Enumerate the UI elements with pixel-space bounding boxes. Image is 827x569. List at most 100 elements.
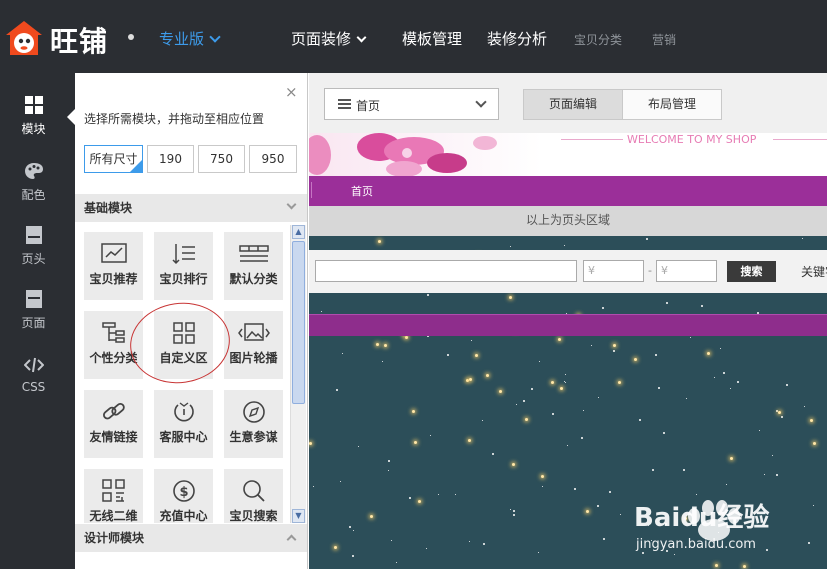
rail-item-page[interactable]: 页面: [0, 289, 67, 353]
rail-item-modules[interactable]: 模块: [0, 95, 67, 159]
shop-nav-home[interactable]: 首页: [351, 183, 373, 199]
star-dot: [342, 353, 343, 354]
close-icon[interactable]: ×: [285, 83, 298, 101]
shop-search-button[interactable]: 搜索: [727, 261, 776, 282]
star-dot: [336, 389, 338, 391]
star-dot: [574, 488, 576, 490]
nav-marketing[interactable]: 营销: [652, 31, 676, 48]
keyword-search-input[interactable]: [315, 260, 577, 282]
star-dot: [718, 532, 719, 533]
star-dot: [663, 432, 665, 434]
scroll-up-icon[interactable]: ▲: [292, 225, 305, 239]
star-dot: [340, 481, 341, 482]
star-dot: [414, 441, 417, 444]
compass-icon: [242, 401, 265, 423]
star-dot: [382, 361, 383, 362]
star-dot: [384, 344, 387, 347]
rail-label: 页面: [21, 316, 46, 330]
edition-dropdown[interactable]: 专业版: [159, 28, 221, 49]
nav-decoration-analysis[interactable]: 装修分析: [487, 28, 547, 49]
section-designer-modules[interactable]: 设计师模块: [75, 524, 307, 552]
star-dot: [567, 445, 568, 446]
nav-template-manage[interactable]: 模板管理: [402, 28, 462, 49]
module-item-ranking[interactable]: 宝贝排行: [154, 232, 213, 300]
module-item-service-center[interactable]: 客服中心: [154, 390, 213, 458]
palette-icon: [24, 163, 43, 179]
section-basic-modules[interactable]: 基础模块: [75, 194, 307, 222]
scroll-thumb[interactable]: [292, 241, 305, 404]
star-dot: [730, 457, 733, 460]
welcome-text: WELCOME TO MY SHOP: [627, 133, 757, 146]
module-item-recommend[interactable]: 宝贝推荐: [84, 232, 143, 300]
star-dot: [665, 523, 667, 525]
star-dot: [352, 555, 354, 557]
nav-item-category[interactable]: 宝贝分类: [574, 31, 622, 48]
star-dot: [510, 509, 511, 510]
size-filter-190[interactable]: 190: [147, 145, 194, 173]
purple-divider-strip: [309, 314, 827, 336]
price-range-dash: -: [648, 264, 652, 277]
tab-layout-manage[interactable]: 布局管理: [622, 89, 722, 120]
star-dot: [558, 338, 561, 341]
price-max-input[interactable]: ¥: [656, 260, 717, 282]
star-dot: [486, 374, 489, 377]
size-filter-750[interactable]: 750: [198, 145, 245, 173]
module-label: 充值中心: [159, 509, 208, 523]
section-title: 设计师模块: [84, 531, 145, 545]
star-dot: [603, 538, 605, 540]
module-item-default-category[interactable]: 默认分类: [224, 232, 283, 300]
nav-page-decoration[interactable]: 页面装修: [291, 28, 367, 49]
rail-item-page-header[interactable]: 页头: [0, 225, 67, 289]
module-label: 客服中心: [159, 430, 208, 444]
star-dot: [598, 397, 599, 398]
category-icon: [238, 245, 269, 262]
module-item-recharge-center[interactable]: $ 充值中心: [154, 469, 213, 523]
star-dot: [618, 381, 621, 384]
module-item-qrcode[interactable]: 无线二维: [84, 469, 143, 523]
main-editor: 首页 页面编辑 布局管理 WELCOME TO MY SHOP 首页 以上为页头…: [309, 73, 827, 569]
star-dot: [405, 336, 408, 339]
star-dot: [391, 540, 392, 541]
star-dot: [309, 442, 312, 445]
star-dot: [513, 514, 515, 516]
star-dot: [412, 410, 415, 413]
star-dot: [764, 474, 765, 475]
chevron-down-icon: [209, 31, 221, 43]
star-dot: [683, 469, 685, 471]
star-dot: [353, 530, 354, 531]
star-dot: [475, 354, 478, 357]
scroll-down-icon[interactable]: ▼: [292, 509, 305, 523]
size-filter-all[interactable]: 所有尺寸: [84, 145, 143, 173]
page-header-icon: [25, 226, 42, 244]
star-dot: [583, 410, 584, 411]
left-icon-rail: 模块 配色 页头 页面 CSS: [0, 73, 75, 569]
module-item-friend-links[interactable]: 友情链接: [84, 390, 143, 458]
star-dot: [658, 387, 660, 389]
star-dot: [602, 307, 604, 309]
module-item-business-advisor[interactable]: 生意参谋: [224, 390, 283, 458]
page-select-dropdown[interactable]: 首页: [324, 88, 499, 120]
top-navigation-bar: 旺铺 专业版 页面装修 模板管理 装修分析 宝贝分类 营销: [0, 0, 827, 73]
rail-label: 配色: [21, 188, 46, 202]
star-dot: [776, 474, 778, 476]
star-dot: [565, 374, 566, 375]
tab-page-edit[interactable]: 页面编辑: [523, 89, 623, 120]
star-dot: [523, 400, 525, 402]
nav-divider: [311, 182, 312, 198]
rail-item-color[interactable]: 配色: [0, 161, 67, 225]
module-item-carousel[interactable]: 图片轮播: [224, 311, 283, 379]
module-scrollbar[interactable]: ▲ ▼: [290, 225, 306, 523]
module-item-item-search[interactable]: 宝贝搜索: [224, 469, 283, 523]
star-dot: [581, 437, 583, 439]
price-min-input[interactable]: ¥: [583, 260, 644, 282]
star-dot: [674, 554, 675, 555]
size-filter-950[interactable]: 950: [249, 145, 297, 173]
star-dot: [313, 486, 314, 487]
rail-item-css[interactable]: CSS: [0, 355, 67, 419]
star-dot: [334, 546, 337, 549]
star-dot: [565, 382, 566, 383]
star-dot: [613, 344, 616, 347]
module-label: 生意参谋: [229, 430, 278, 444]
tree-icon: [101, 322, 125, 343]
star-dot: [552, 413, 554, 415]
